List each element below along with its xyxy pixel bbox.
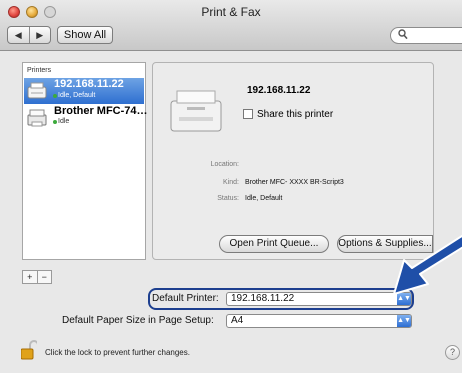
annotation-arrow-icon [393,235,462,295]
printer-name: Brother MFC-74… [54,105,148,117]
back-icon[interactable]: ◀ [8,27,30,43]
add-remove-control: + − [22,270,52,284]
title-bar: Print & Fax ◀ ▶ Show All [0,0,462,51]
lock-message: Click the lock to prevent further change… [45,348,190,357]
paper-size-value: A4 [231,315,244,326]
selected-printer-name: 192.168.11.22 [247,85,311,96]
printer-status: Idle [58,118,70,125]
printer-icon [27,82,47,99]
paper-size-label: Default Paper Size in Page Setup: [62,315,214,326]
back-forward-control: ◀ ▶ [7,26,51,44]
print-fax-window: Print & Fax ◀ ▶ Show All Printers 192.16… [0,0,462,373]
printer-status: Idle, Default [58,92,96,99]
printers-list: Printers 192.168.11.22 Idle, Default Bro… [22,62,148,260]
status-label: Status: [217,195,239,202]
add-printer-button[interactable]: + [23,271,38,283]
lock-icon[interactable] [21,340,37,360]
printer-icon [27,109,47,127]
location-label: Location: [210,161,239,168]
printer-large-icon [170,90,222,132]
open-print-queue-button[interactable]: Open Print Queue... [219,235,329,253]
share-printer-label: Share this printer [257,109,334,120]
status-value: Idle, Default [245,195,283,202]
popup-arrows-icon: ▲▼ [397,315,411,327]
status-dot-icon [53,120,57,124]
search-field[interactable] [390,27,462,44]
window-title: Print & Fax [201,5,261,19]
paper-size-popup[interactable]: A4 ▲▼ [226,314,412,328]
printer-list-item[interactable]: Brother MFC-74… Idle [24,105,148,131]
show-all-button[interactable]: Show All [57,26,113,44]
kind-value: Brother MFC- XXXX BR-Script3 [245,179,344,186]
printer-details-panel: 192.168.11.22 Share this printer Locatio… [152,62,434,260]
forward-icon[interactable]: ▶ [30,27,51,43]
printer-name: 192.168.11.22 [54,78,124,90]
printers-list-header: Printers [27,67,52,74]
status-dot-icon [53,94,57,98]
printer-list-item-selected[interactable]: 192.168.11.22 Idle, Default [24,78,144,104]
highlight-ring [148,288,414,310]
remove-printer-button[interactable]: − [38,271,52,283]
help-button[interactable]: ? [445,345,460,360]
search-icon [398,29,408,43]
share-printer-checkbox[interactable] [243,109,253,119]
kind-label: Kind: [223,179,239,186]
